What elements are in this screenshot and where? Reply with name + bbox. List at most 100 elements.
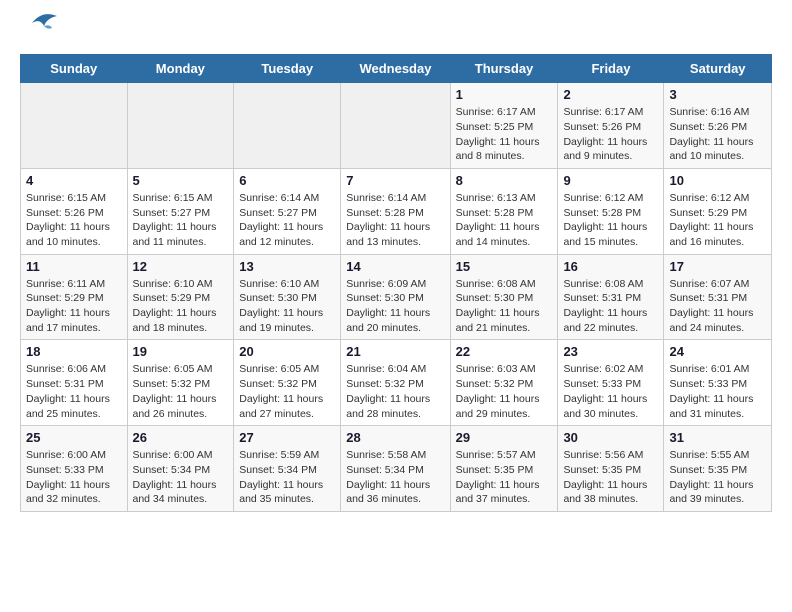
day-number: 27: [239, 430, 335, 445]
calendar-cell: 11 Sunrise: 6:11 AMSunset: 5:29 PMDayligh…: [21, 254, 128, 340]
day-info: Sunrise: 6:00 AMSunset: 5:33 PMDaylight:…: [26, 448, 122, 507]
day-header-tuesday: Tuesday: [234, 55, 341, 83]
calendar-header-row: SundayMondayTuesdayWednesdayThursdayFrid…: [21, 55, 772, 83]
calendar-cell: 19 Sunrise: 6:05 AMSunset: 5:32 PMDayligh…: [127, 340, 234, 426]
day-info: Sunrise: 6:01 AMSunset: 5:33 PMDaylight:…: [669, 362, 766, 421]
day-header-friday: Friday: [558, 55, 664, 83]
calendar-cell: [21, 83, 128, 169]
day-number: 30: [563, 430, 658, 445]
day-number: 6: [239, 173, 335, 188]
day-info: Sunrise: 6:17 AMSunset: 5:25 PMDaylight:…: [456, 105, 553, 164]
day-number: 21: [346, 344, 444, 359]
calendar-table: SundayMondayTuesdayWednesdayThursdayFrid…: [20, 54, 772, 512]
day-info: Sunrise: 6:17 AMSunset: 5:26 PMDaylight:…: [563, 105, 658, 164]
calendar-cell: 20 Sunrise: 6:05 AMSunset: 5:32 PMDayligh…: [234, 340, 341, 426]
day-info: Sunrise: 6:16 AMSunset: 5:26 PMDaylight:…: [669, 105, 766, 164]
day-info: Sunrise: 6:07 AMSunset: 5:31 PMDaylight:…: [669, 277, 766, 336]
logo: [20, 20, 62, 44]
day-number: 18: [26, 344, 122, 359]
day-number: 16: [563, 259, 658, 274]
calendar-cell: 25 Sunrise: 6:00 AMSunset: 5:33 PMDayligh…: [21, 426, 128, 512]
calendar-cell: 10Sunrise: 6:12 AMSunset: 5:29 PMDayligh…: [664, 168, 772, 254]
calendar-cell: 1 Sunrise: 6:17 AMSunset: 5:25 PMDaylight…: [450, 83, 558, 169]
day-number: 15: [456, 259, 553, 274]
calendar-cell: 31Sunrise: 5:55 AMSunset: 5:35 PMDayligh…: [664, 426, 772, 512]
day-info: Sunrise: 6:03 AMSunset: 5:32 PMDaylight:…: [456, 362, 553, 421]
calendar-cell: [127, 83, 234, 169]
calendar-cell: 23 Sunrise: 6:02 AMSunset: 5:33 PMDayligh…: [558, 340, 664, 426]
calendar-cell: 24Sunrise: 6:01 AMSunset: 5:33 PMDayligh…: [664, 340, 772, 426]
day-number: 22: [456, 344, 553, 359]
day-number: 7: [346, 173, 444, 188]
day-info: Sunrise: 6:14 AMSunset: 5:27 PMDaylight:…: [239, 191, 335, 250]
day-info: Sunrise: 6:05 AMSunset: 5:32 PMDaylight:…: [133, 362, 229, 421]
day-number: 29: [456, 430, 553, 445]
calendar-cell: 9 Sunrise: 6:12 AMSunset: 5:28 PMDaylight…: [558, 168, 664, 254]
day-info: Sunrise: 6:00 AMSunset: 5:34 PMDaylight:…: [133, 448, 229, 507]
calendar-cell: 26 Sunrise: 6:00 AMSunset: 5:34 PMDayligh…: [127, 426, 234, 512]
day-number: 11: [26, 259, 122, 274]
calendar-cell: 14 Sunrise: 6:09 AMSunset: 5:30 PMDayligh…: [341, 254, 450, 340]
day-number: 9: [563, 173, 658, 188]
day-info: Sunrise: 6:05 AMSunset: 5:32 PMDaylight:…: [239, 362, 335, 421]
day-header-saturday: Saturday: [664, 55, 772, 83]
day-number: 28: [346, 430, 444, 445]
day-info: Sunrise: 6:14 AMSunset: 5:28 PMDaylight:…: [346, 191, 444, 250]
calendar-cell: 6 Sunrise: 6:14 AMSunset: 5:27 PMDaylight…: [234, 168, 341, 254]
day-info: Sunrise: 6:08 AMSunset: 5:31 PMDaylight:…: [563, 277, 658, 336]
day-number: 1: [456, 87, 553, 102]
day-number: 14: [346, 259, 444, 274]
day-info: Sunrise: 6:02 AMSunset: 5:33 PMDaylight:…: [563, 362, 658, 421]
calendar-cell: 27 Sunrise: 5:59 AMSunset: 5:34 PMDayligh…: [234, 426, 341, 512]
calendar-cell: 4 Sunrise: 6:15 AMSunset: 5:26 PMDaylight…: [21, 168, 128, 254]
calendar-cell: 12 Sunrise: 6:10 AMSunset: 5:29 PMDayligh…: [127, 254, 234, 340]
day-info: Sunrise: 6:13 AMSunset: 5:28 PMDaylight:…: [456, 191, 553, 250]
day-number: 4: [26, 173, 122, 188]
calendar-week-row: 11 Sunrise: 6:11 AMSunset: 5:29 PMDayligh…: [21, 254, 772, 340]
day-info: Sunrise: 6:11 AMSunset: 5:29 PMDaylight:…: [26, 277, 122, 336]
day-number: 25: [26, 430, 122, 445]
calendar-cell: [234, 83, 341, 169]
day-info: Sunrise: 6:06 AMSunset: 5:31 PMDaylight:…: [26, 362, 122, 421]
day-info: Sunrise: 6:15 AMSunset: 5:26 PMDaylight:…: [26, 191, 122, 250]
calendar-week-row: 18 Sunrise: 6:06 AMSunset: 5:31 PMDayligh…: [21, 340, 772, 426]
day-info: Sunrise: 6:08 AMSunset: 5:30 PMDaylight:…: [456, 277, 553, 336]
page-header: [20, 20, 772, 44]
calendar-week-row: 4 Sunrise: 6:15 AMSunset: 5:26 PMDaylight…: [21, 168, 772, 254]
day-info: Sunrise: 6:04 AMSunset: 5:32 PMDaylight:…: [346, 362, 444, 421]
day-header-thursday: Thursday: [450, 55, 558, 83]
day-number: 19: [133, 344, 229, 359]
day-info: Sunrise: 6:10 AMSunset: 5:29 PMDaylight:…: [133, 277, 229, 336]
calendar-cell: 3 Sunrise: 6:16 AMSunset: 5:26 PMDaylight…: [664, 83, 772, 169]
day-number: 23: [563, 344, 658, 359]
day-header-monday: Monday: [127, 55, 234, 83]
calendar-cell: 22 Sunrise: 6:03 AMSunset: 5:32 PMDayligh…: [450, 340, 558, 426]
day-number: 13: [239, 259, 335, 274]
calendar-cell: 17 Sunrise: 6:07 AMSunset: 5:31 PMDayligh…: [664, 254, 772, 340]
day-number: 3: [669, 87, 766, 102]
day-number: 31: [669, 430, 766, 445]
day-info: Sunrise: 5:59 AMSunset: 5:34 PMDaylight:…: [239, 448, 335, 507]
day-info: Sunrise: 6:10 AMSunset: 5:30 PMDaylight:…: [239, 277, 335, 336]
calendar-cell: 18 Sunrise: 6:06 AMSunset: 5:31 PMDayligh…: [21, 340, 128, 426]
day-info: Sunrise: 5:57 AMSunset: 5:35 PMDaylight:…: [456, 448, 553, 507]
day-number: 8: [456, 173, 553, 188]
day-info: Sunrise: 6:12 AMSunset: 5:28 PMDaylight:…: [563, 191, 658, 250]
calendar-cell: 21 Sunrise: 6:04 AMSunset: 5:32 PMDayligh…: [341, 340, 450, 426]
calendar-cell: [341, 83, 450, 169]
calendar-cell: 8 Sunrise: 6:13 AMSunset: 5:28 PMDaylight…: [450, 168, 558, 254]
calendar-cell: 5Sunrise: 6:15 AMSunset: 5:27 PMDaylight…: [127, 168, 234, 254]
calendar-cell: 13 Sunrise: 6:10 AMSunset: 5:30 PMDayligh…: [234, 254, 341, 340]
day-number: 26: [133, 430, 229, 445]
day-number: 20: [239, 344, 335, 359]
calendar-cell: 28Sunrise: 5:58 AMSunset: 5:34 PMDayligh…: [341, 426, 450, 512]
day-number: 17: [669, 259, 766, 274]
day-number: 12: [133, 259, 229, 274]
day-info: Sunrise: 6:09 AMSunset: 5:30 PMDaylight:…: [346, 277, 444, 336]
day-info: Sunrise: 6:15 AMSunset: 5:27 PMDaylight:…: [133, 191, 229, 250]
calendar-cell: 30Sunrise: 5:56 AMSunset: 5:35 PMDayligh…: [558, 426, 664, 512]
calendar-cell: 7 Sunrise: 6:14 AMSunset: 5:28 PMDaylight…: [341, 168, 450, 254]
logo-bird-icon: [22, 8, 62, 38]
calendar-cell: 15 Sunrise: 6:08 AMSunset: 5:30 PMDayligh…: [450, 254, 558, 340]
calendar-cell: 16 Sunrise: 6:08 AMSunset: 5:31 PMDayligh…: [558, 254, 664, 340]
